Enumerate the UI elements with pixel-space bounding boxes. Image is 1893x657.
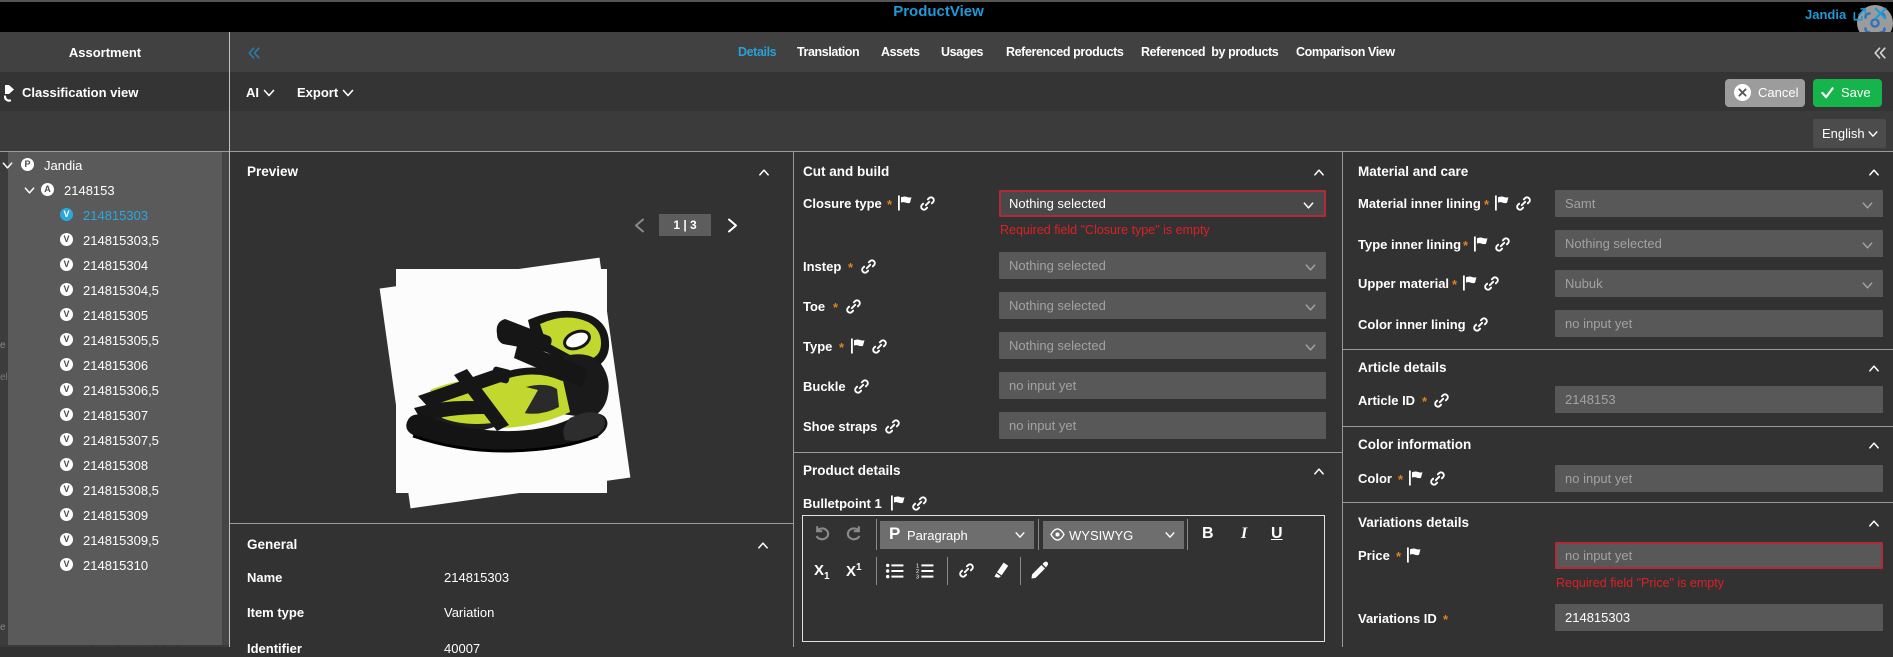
svg-text:3: 3 <box>916 575 919 579</box>
